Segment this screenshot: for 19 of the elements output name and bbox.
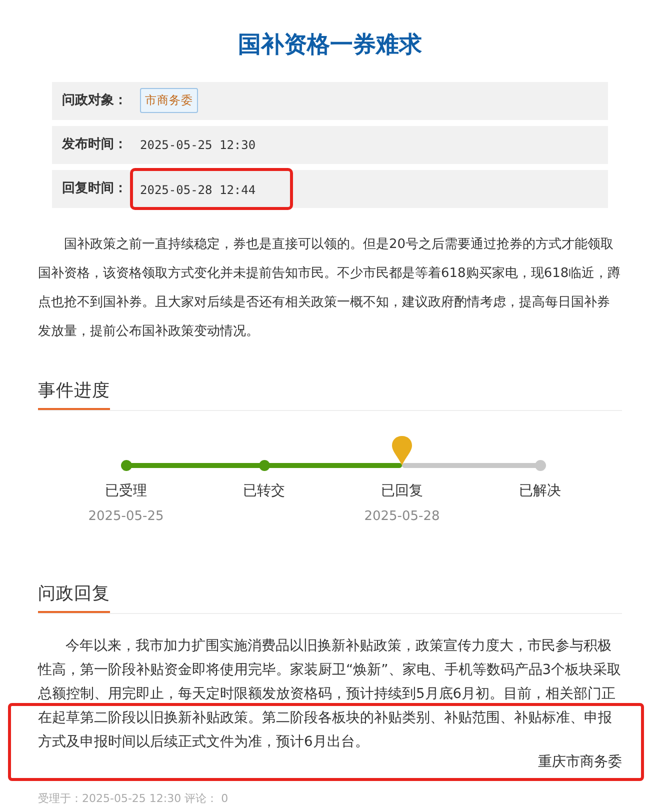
step-label: 已回复 [380, 482, 424, 501]
field-label: 回复时间： [62, 180, 128, 198]
section-heading: 事件进度 [38, 378, 110, 410]
department-tag[interactable]: 市商务委 [140, 88, 198, 114]
step-date: 2025-05-28 [363, 508, 441, 526]
field-value: 2025-05-28 12:44 [140, 182, 256, 197]
reply-text: 今年以来，我市加力扩围实施消费品以旧换新补贴政策，政策宣传力度大，市民参与积极性高，第一阶段补贴资金即将使用完毕。家装厨卫“焕新”、家电、手机等数码产品3个板块采取总额控制、用完即止，每天定时限额发放资格码，预计持续到5月底6月初。目前，相关部门正在起草第二阶段以旧换新补贴政策。第二阶段各板块的补贴类别、补贴范围、补贴标准、申报方式及申报时间以后续正式文件为准，预计6月出台。 [38, 637, 622, 752]
question-text: 国补政策之前一直持续稳定，券也是直接可以领的。但是20号之后需要通过抢券的方式才能领取国补资格，该资格领取方式变化并未提前告知市民。不少市民都是等着618购买家电，现618临近，蹲点也抢不到国补券。且大家对后续是否还有相关政策一概不知，建议政府酌情考虑，提高每日国补券发放量，提前公布国补政策变动情况。 [38, 236, 622, 341]
step-label: 已解决 [518, 482, 562, 501]
step-label: 已转交 [242, 482, 286, 501]
field-value: 2025-05-25 12:30 [140, 136, 256, 154]
footer-meta: 受理于：2025-05-25 12:30 评论： 0 [38, 791, 230, 808]
section-heading: 问政回复 [38, 580, 110, 614]
field-label: 发布时间： [62, 136, 128, 154]
reply-signature: 重庆市商务委 [537, 753, 622, 772]
step-label: 已受理 [104, 482, 148, 501]
step-date: 2025-05-25 [87, 508, 165, 526]
field-label: 问政对象： [62, 92, 128, 110]
page-title: 国补资格一券难求 [237, 31, 423, 60]
